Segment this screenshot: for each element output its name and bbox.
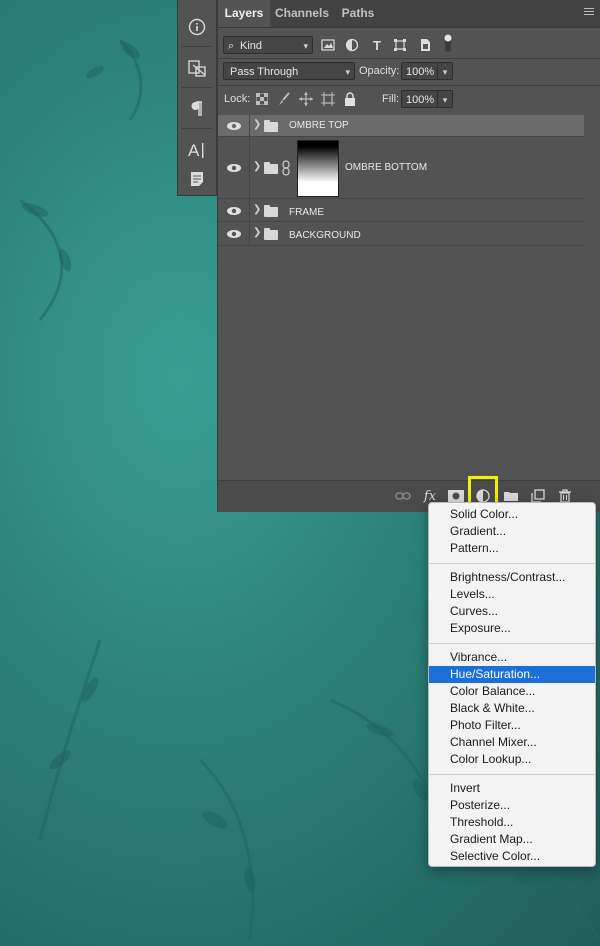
menu-item-color-balance[interactable]: Color Balance... <box>429 683 595 700</box>
folder-icon <box>264 162 278 174</box>
adjustment-button-highlight <box>468 476 498 505</box>
menu-item-curves[interactable]: Curves... <box>429 603 595 620</box>
menu-item-photo-filter[interactable]: Photo Filter... <box>429 717 595 734</box>
menu-item-gradient-map[interactable]: Gradient Map... <box>429 831 595 848</box>
eye-icon[interactable] <box>226 205 242 217</box>
adjustment-layer-menu: Solid Color... Gradient... Pattern... Br… <box>428 502 596 867</box>
menu-item-threshold[interactable]: Threshold... <box>429 814 595 831</box>
layer-mask-thumbnail[interactable] <box>297 140 339 197</box>
chevron-down-icon[interactable]: ▾ <box>437 63 452 79</box>
layer-name: FRAME <box>289 207 324 218</box>
notes-icon[interactable] <box>178 162 216 196</box>
opacity-label: Opacity: <box>359 65 400 77</box>
menu-separator <box>429 643 595 644</box>
layer-row[interactable]: ❯ OMBRE BOTTOM <box>218 137 584 199</box>
layer-row[interactable]: ❯ FRAME <box>218 199 584 222</box>
panel-menu-icon[interactable] <box>584 8 594 17</box>
menu-item-levels[interactable]: Levels... <box>429 586 595 603</box>
tab-channels[interactable]: Channels <box>270 0 334 27</box>
lock-all-icon[interactable] <box>342 91 358 107</box>
menu-item-pattern[interactable]: Pattern... <box>429 540 595 557</box>
eye-icon[interactable] <box>226 162 242 174</box>
fill-label: Fill: <box>382 93 400 105</box>
folder-icon <box>264 205 278 217</box>
opacity-field[interactable]: 100% ▾ <box>401 62 453 80</box>
lock-position-icon[interactable] <box>298 91 314 107</box>
menu-separator <box>429 563 595 564</box>
menu-item-gradient[interactable]: Gradient... <box>429 523 595 540</box>
chevron-right-icon[interactable]: ❯ <box>253 204 261 215</box>
chevron-right-icon[interactable]: ❯ <box>253 227 261 238</box>
menu-separator <box>429 774 595 775</box>
menu-item-hue-saturation[interactable]: Hue/Saturation... <box>429 666 595 683</box>
lock-transparent-icon[interactable] <box>254 91 270 107</box>
layer-name: OMBRE BOTTOM <box>345 162 428 173</box>
layer-name: OMBRE TOP <box>289 120 349 131</box>
menu-item-black-white[interactable]: Black & White... <box>429 700 595 717</box>
folder-icon <box>264 120 278 132</box>
type-filter-icon[interactable]: T <box>369 37 385 53</box>
smart-object-filter-icon[interactable] <box>417 37 433 53</box>
tab-layers[interactable]: Layers <box>218 0 270 27</box>
chevron-down-icon: ▾ <box>345 67 350 77</box>
folder-icon <box>264 228 278 240</box>
eye-icon[interactable] <box>226 120 242 132</box>
fill-value: 100% <box>406 94 435 106</box>
3d-transform-icon[interactable] <box>178 51 216 85</box>
blend-mode-value: Pass Through <box>230 66 299 78</box>
tab-paths[interactable]: Paths <box>334 0 382 27</box>
chevron-right-icon[interactable]: ❯ <box>253 161 261 172</box>
link-layers-icon[interactable] <box>394 487 412 505</box>
chevron-down-icon[interactable]: ▾ <box>437 91 452 107</box>
eye-icon[interactable] <box>226 228 242 240</box>
collapsed-panel-strip: A <box>177 0 217 196</box>
filter-toggle-icon[interactable] <box>440 34 456 52</box>
info-icon[interactable] <box>178 10 216 44</box>
menu-item-posterize[interactable]: Posterize... <box>429 797 595 814</box>
layers-scrollbar[interactable] <box>584 115 600 480</box>
menu-item-color-lookup[interactable]: Color Lookup... <box>429 751 595 768</box>
chevron-right-icon[interactable]: ❯ <box>253 119 261 130</box>
lock-artboard-icon[interactable] <box>320 91 336 107</box>
opacity-value: 100% <box>406 66 435 78</box>
filter-kind-dropdown[interactable]: ⌕ Kind ▾ <box>223 36 313 54</box>
menu-item-invert[interactable]: Invert <box>429 780 595 797</box>
menu-item-brightness-contrast[interactable]: Brightness/Contrast... <box>429 569 595 586</box>
lock-label: Lock: <box>224 93 251 105</box>
menu-item-vibrance[interactable]: Vibrance... <box>429 649 595 666</box>
fill-field[interactable]: 100% ▾ <box>401 90 453 108</box>
shape-filter-icon[interactable] <box>392 37 408 53</box>
search-icon: ⌕ <box>228 40 235 52</box>
pixel-filter-icon[interactable] <box>320 37 336 53</box>
link-icon[interactable] <box>281 160 291 176</box>
paragraph-icon[interactable] <box>178 92 216 126</box>
lock-brush-icon[interactable] <box>276 91 292 107</box>
menu-item-selective-color[interactable]: Selective Color... <box>429 848 595 865</box>
svg-text:A: A <box>188 141 200 159</box>
menu-item-exposure[interactable]: Exposure... <box>429 620 595 637</box>
menu-item-solid-color[interactable]: Solid Color... <box>429 506 595 523</box>
panel-tab-bar: Layers Channels Paths <box>218 0 600 28</box>
layers-panel: Layers Channels Paths ⌕ Kind ▾ T Pass Th… <box>217 0 600 512</box>
layer-row[interactable]: ❯ OMBRE TOP <box>218 115 584 137</box>
menu-item-channel-mixer[interactable]: Channel Mixer... <box>429 734 595 751</box>
adjustment-filter-icon[interactable] <box>344 37 360 53</box>
layer-name: BACKGROUND <box>289 230 361 241</box>
filter-kind-label: Kind <box>240 40 263 52</box>
layer-row[interactable]: ❯ BACKGROUND <box>218 222 584 246</box>
chevron-down-icon: ▾ <box>303 41 308 51</box>
blend-mode-dropdown[interactable]: Pass Through ▾ <box>223 62 355 80</box>
